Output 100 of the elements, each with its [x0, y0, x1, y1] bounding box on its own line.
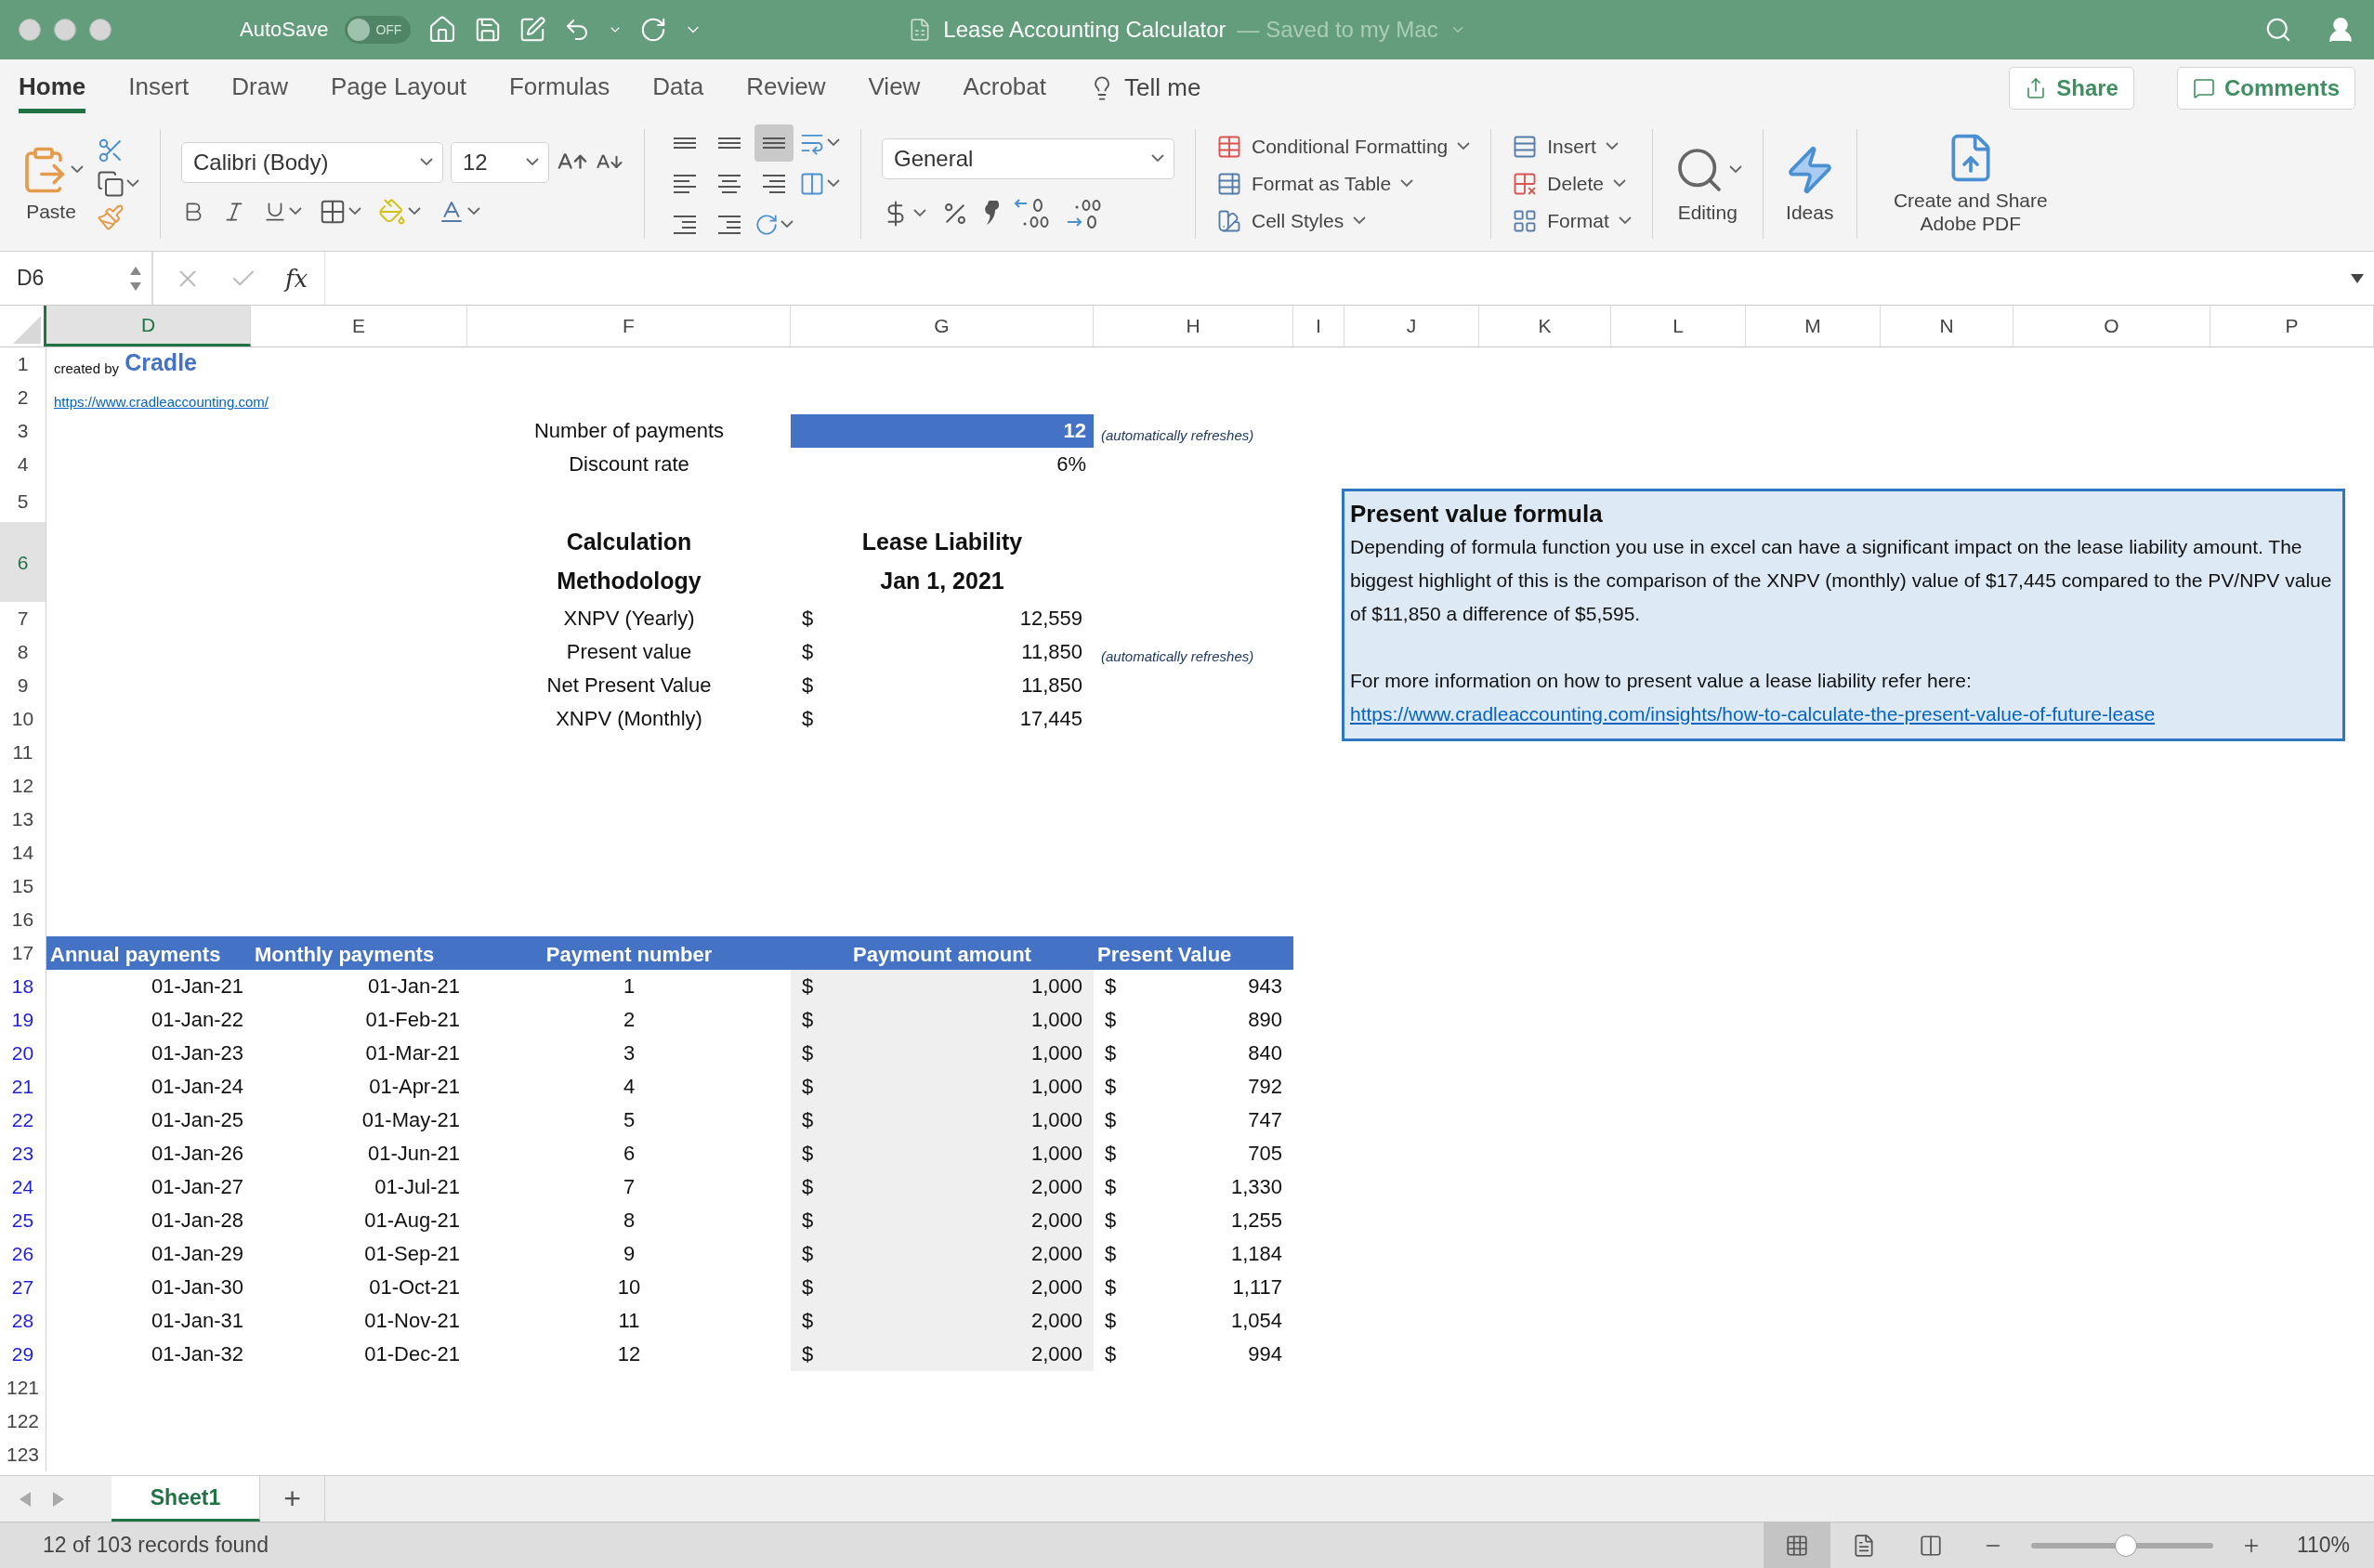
next-sheet-icon[interactable] [52, 1490, 65, 1508]
present-value: 1,255 [1230, 1209, 1282, 1233]
method-label: Present value [565, 639, 693, 665]
chevron-down-icon [827, 138, 840, 147]
increase-decimal-icon[interactable] [1014, 197, 1051, 229]
table-cell-text: 01-Jan-29 [150, 1241, 244, 1267]
present-value: 943 [1248, 974, 1282, 999]
adobe-pdf-button[interactable]: Create and Share Adobe PDF [1877, 132, 2064, 235]
share-button[interactable]: Share [2009, 66, 2134, 110]
currency-symbol: $ [1105, 1209, 1117, 1233]
table-cell-text: 01-Aug-21 [363, 1208, 461, 1234]
ribbon-tab[interactable]: Formulas [508, 62, 610, 113]
paste-button[interactable]: Paste [19, 144, 84, 223]
insert-function-button[interactable]: fx [285, 264, 308, 293]
styles-menu-item[interactable]: Conditional Formatting [1216, 133, 1471, 160]
amount-value: 2,000 [1030, 1275, 1082, 1300]
ribbon-tab[interactable]: Review [746, 62, 826, 113]
row-number[interactable]: 6 [0, 522, 46, 604]
table-cell-text: 01-Jan-22 [150, 1007, 244, 1033]
search-icon[interactable] [2264, 16, 2292, 44]
fill-color-icon[interactable] [378, 197, 406, 226]
edit-icon[interactable] [518, 16, 547, 44]
ribbon-tab[interactable]: Data [652, 62, 704, 113]
row-number[interactable]: 7 [0, 602, 46, 635]
table-cell-text: 10 [616, 1274, 642, 1300]
ribbon-tab[interactable]: Insert [128, 62, 190, 113]
cells-menu-item[interactable]: Delete [1512, 170, 1626, 197]
font-dropdown[interactable]: Calibri (Body) [181, 141, 443, 183]
view-button[interactable] [1763, 1522, 1830, 1568]
currency-symbol: $ [1105, 1041, 1117, 1065]
table-cell-text: 12 [616, 1341, 642, 1367]
decrease-decimal-icon[interactable] [1066, 197, 1103, 229]
ideas-button[interactable]: Ideas [1783, 143, 1836, 224]
table-cell-text: 2 [622, 1007, 636, 1033]
save-status: — Saved to my Mac [1237, 17, 1438, 43]
currency-symbol: $ [802, 1309, 814, 1333]
minimize-button[interactable] [54, 19, 76, 41]
copy-icon[interactable] [97, 169, 125, 198]
window-title: Lease Accounting Calculator [943, 17, 1226, 43]
align-center-icon [718, 174, 741, 193]
method-label: XNPV (Monthly) [555, 706, 703, 732]
ribbon-tab[interactable]: Acrobat [963, 62, 1046, 113]
amount-value: 2,000 [1030, 1342, 1082, 1366]
chevron-down-icon [1618, 216, 1632, 225]
table-cell-text: 01-Jan-26 [150, 1141, 244, 1167]
align-button[interactable] [754, 124, 794, 162]
table-cell-text: 01-Jun-21 [366, 1141, 461, 1167]
amount-value: 1,000 [1030, 974, 1082, 999]
cells-menu-item[interactable]: Format [1512, 207, 1632, 234]
comma-icon[interactable] [984, 200, 999, 227]
present-value: 1,117 [1232, 1275, 1282, 1300]
align-left-icon [674, 174, 696, 193]
cells-menu-item[interactable]: Insert [1512, 133, 1619, 160]
sheet-tab[interactable]: Sheet1 [111, 1476, 260, 1522]
zoom-button[interactable] [89, 19, 111, 41]
amount-value: 2,000 [1030, 1309, 1082, 1333]
input-cell-text: 6% [1056, 451, 1087, 477]
styles-menu-item[interactable]: Cell Styles [1216, 207, 1367, 234]
middle-align-icon [718, 137, 741, 149]
credit-text: created by [54, 360, 120, 376]
present-value: 705 [1248, 1142, 1282, 1166]
row-label: Number of payments [532, 418, 726, 444]
slider-thumb[interactable] [2114, 1534, 2137, 1557]
indent-icon [674, 215, 696, 234]
font-size-dropdown[interactable]: 12 [451, 141, 549, 183]
expand-icon[interactable] [2350, 272, 2365, 284]
table-cell-text: 01-Jan-23 [150, 1040, 244, 1066]
method-label: Net Present Value [545, 673, 713, 699]
table-cell-text: 01-Jan-27 [150, 1174, 244, 1200]
comment-icon [2192, 76, 2215, 99]
table-cell-text: 6 [622, 1141, 636, 1167]
comments-button[interactable]: Comments [2176, 66, 2355, 110]
brush-icon[interactable] [97, 203, 125, 231]
column-header[interactable]: D [46, 306, 251, 346]
editing-button[interactable]: Editing [1672, 143, 1742, 224]
table-cell-text: 11 [617, 1308, 641, 1334]
ribbon-tab[interactable]: Page Layout [330, 62, 466, 113]
number-format-dropdown[interactable]: General [882, 137, 1174, 179]
table-cell-text: 01-Jan-30 [150, 1274, 244, 1300]
tell-me-search[interactable]: Tell me [1124, 73, 1201, 102]
chevron-down-icon [1353, 216, 1367, 225]
close-button[interactable] [19, 19, 41, 41]
chevron-down-icon [126, 179, 139, 188]
chevron-down-icon [348, 207, 361, 216]
ribbon-tab[interactable]: View [868, 62, 921, 113]
styles-menu-item[interactable]: Format as Table [1216, 170, 1414, 197]
table-cell-text: 5 [622, 1107, 636, 1133]
chevron-down-icon [71, 165, 84, 174]
chevron-down-icon [1728, 165, 1742, 174]
currency-symbol: $ [802, 974, 814, 999]
previous-sheet-icon[interactable] [19, 1490, 32, 1508]
chevron-down-icon [408, 207, 421, 216]
input-cell: 12 [791, 414, 1094, 448]
ribbon-tab[interactable]: Draw [231, 62, 288, 113]
website-link[interactable]: https://www.cradleaccounting.com/ [54, 394, 269, 410]
table-cell-text: 7 [622, 1174, 636, 1200]
row-label: Discount rate [568, 451, 690, 477]
currency-symbol: $ [1105, 1342, 1117, 1366]
note-text: (automatically refreshes) [1101, 648, 1254, 664]
article-link[interactable]: https://www.cradleaccounting.com/insights/how-to-calculate-the-present-value-of-future-lease [1350, 703, 2156, 725]
